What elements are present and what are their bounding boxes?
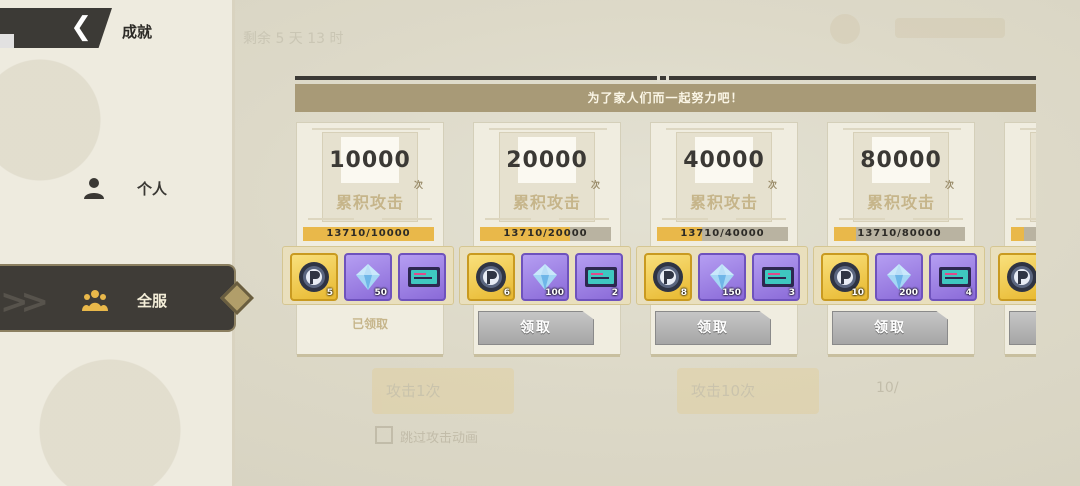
card-deco-line [736,218,786,220]
reward-count: 150 [722,288,741,298]
progress-bar: 13 [1011,227,1036,241]
milestone-card: 20000 次累积攻击 13710/20000 6 100 2 领取 [459,122,631,357]
reward-count: 8 [680,288,687,298]
reward-item[interactable]: 8 [644,253,692,301]
card-caption: 累积攻击 [335,193,404,212]
back-button-mark [0,34,14,48]
card-stripe [312,128,430,130]
milestone-card: 10000 次累积攻击 13710/10000 5 50 已领取 [282,122,454,357]
reward-item[interactable] [398,253,446,301]
ghost-coin-icon [830,14,860,44]
progress-text: 13 [1011,227,1036,241]
sidebar-item-label: 个人 [137,180,168,198]
ghost-attack-10-label: 攻击10次 [691,382,756,400]
card-stripe [843,128,961,130]
sidebar-item-personal[interactable]: 个人 [0,156,235,220]
reward-count: 10 [851,288,864,298]
milestone-card: 40000 次累积攻击 13710/40000 8 150 3 领取 [636,122,808,357]
card-stripe [666,128,784,130]
reward-item[interactable] [998,253,1036,301]
reward-count: 100 [545,288,564,298]
chevron-left-icon: ❮ [70,12,92,42]
card-target: 40000 [683,148,765,173]
ghost-cost: 10/ [876,380,899,396]
reward-row: 8 150 3 [636,246,808,305]
milestone-card: 次累积攻击13领取 [990,122,1036,357]
progress-text: 13710/10000 [326,228,411,239]
card-deco-line [485,218,531,220]
progress-bar: 13710/40000 [657,227,788,241]
sidebar-item-label: 全服 [137,292,168,310]
progress-bar: 13710/10000 [303,227,434,241]
reward-row: 6 100 2 [459,246,631,305]
reward-count: 50 [374,288,387,298]
reward-item[interactable]: 4 [929,253,977,301]
reward-count: 6 [503,288,510,298]
reward-item[interactable]: 3 [752,253,800,301]
reward-row: 5 50 [282,246,454,305]
sidebar [0,0,235,486]
milestone-cards[interactable]: 10000 次累积攻击 13710/10000 5 50 已领取 20000 次累积攻击 137… [282,118,1036,363]
reward-row [990,246,1036,305]
card-caption: 累积攻击 [512,193,581,212]
reward-count: 5 [326,288,333,298]
ghost-timer: 剩余 5 天 13 时 [243,31,344,47]
card-caption: 累积攻击 [1004,189,1036,213]
card-caption: 累积攻击 [689,193,758,212]
card-deco-line [1016,218,1036,220]
reward-item[interactable]: 50 [344,253,392,301]
claim-button[interactable]: 领取 [1009,311,1036,345]
claimed-label: 已领取 [351,317,388,331]
reward-item[interactable]: 6 [467,253,515,301]
active-arrows-decoration: >> [0,282,49,322]
group-icon [82,289,108,315]
reward-item[interactable]: 2 [575,253,623,301]
claim-button[interactable]: 领取 [832,311,948,345]
reward-count: 4 [965,288,972,298]
reward-item[interactable]: 100 [521,253,569,301]
reward-item[interactable]: 10 [821,253,869,301]
card-deco-line [382,218,432,220]
reward-item[interactable]: 5 [290,253,338,301]
ghost-attack-1-label: 攻击1次 [386,382,441,400]
reward-count: 200 [899,288,918,298]
reward-count: 3 [788,288,795,298]
card-deco-line [662,218,708,220]
ghost-checkbox [375,426,393,444]
card-target: 80000 [860,148,942,173]
reward-item[interactable]: 200 [875,253,923,301]
reward-row: 10 200 4 [813,246,985,305]
sidebar-item-all-server[interactable]: >> 全服 [0,264,254,332]
card-deco-line [839,218,885,220]
progress-bar: 13710/80000 [834,227,965,241]
claim-button[interactable]: 领取 [655,311,771,345]
progress-text: 13710/20000 [503,228,588,239]
milestone-card: 80000 次累积攻击 13710/80000 10 200 4 领取 [813,122,985,357]
card-caption: 累积攻击 [866,193,935,212]
card-stripe [489,128,607,130]
reward-count: 2 [611,288,618,298]
divider-notch [657,74,669,82]
claim-button[interactable]: 领取 [478,311,594,345]
ghost-currency-bar [895,18,1005,38]
reward-item[interactable]: 150 [698,253,746,301]
progress-bar: 13710/20000 [480,227,611,241]
banner: 为了家人们而一起努力吧！ [295,84,1036,112]
progress-text: 13710/40000 [680,228,765,239]
person-icon [82,176,106,204]
card-deco-line [559,218,609,220]
card-deco-line [913,218,963,220]
progress-text: 13710/80000 [857,228,942,239]
back-button[interactable]: ❮ [0,8,112,48]
top-divider [295,74,1036,82]
card-target: 20000 [506,148,588,173]
card-deco-line [308,218,354,220]
ghost-attack-10-button: 攻击10次 [677,368,819,414]
ghost-checkbox-label: 跳过攻击动画 [400,431,479,446]
ghost-attack-1-button: 攻击1次 [372,368,514,414]
card-stripe [1020,128,1036,130]
page-title: 成就 [122,23,153,41]
card-target: 10000 [329,148,411,173]
